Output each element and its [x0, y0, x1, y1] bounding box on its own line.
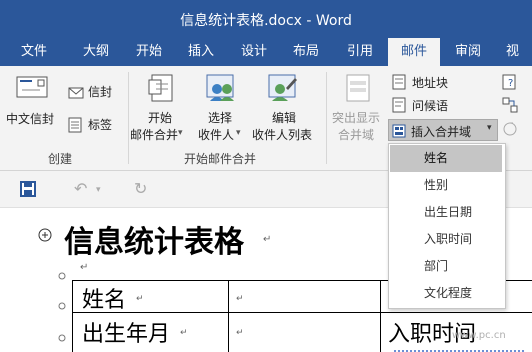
- paragraph-mark: ↵: [263, 234, 272, 245]
- envelope-button[interactable]: 信封: [88, 83, 112, 100]
- redo-icon[interactable]: ↻: [134, 179, 147, 198]
- select-recipients-icon: [206, 74, 236, 106]
- undo-icon[interactable]: ↶: [74, 179, 87, 198]
- save-icon[interactable]: [20, 181, 36, 201]
- envelope-icon: [68, 84, 84, 103]
- group-label-start-merge: 开始邮件合并: [184, 152, 257, 166]
- select-recipients-label-1[interactable]: 选择: [208, 109, 232, 126]
- address-block-icon: [392, 74, 406, 94]
- tab-view[interactable]: 视: [496, 38, 532, 66]
- merge-field-name[interactable]: 姓名: [390, 145, 502, 172]
- tab-file[interactable]: 文件: [0, 38, 68, 66]
- chevron-down-icon: ▾: [487, 123, 492, 133]
- window-title: 信息统计表格.docx - Word: [180, 13, 352, 29]
- greeting-line-button[interactable]: 问候语: [412, 97, 448, 114]
- start-merge-icon: [148, 74, 174, 106]
- chevron-down-icon: ▾: [236, 128, 241, 138]
- chevron-down-icon[interactable]: ▾: [96, 185, 101, 195]
- tab-design[interactable]: 设计: [228, 38, 280, 66]
- group-label-create: 创建: [48, 152, 73, 166]
- merge-field-birth-date[interactable]: 出生日期: [390, 199, 502, 226]
- tab-review[interactable]: 审阅: [440, 38, 496, 66]
- bullet-icon: [58, 295, 66, 314]
- cell-mark: ↵: [236, 294, 244, 304]
- rules-icon[interactable]: ?: [502, 74, 518, 94]
- tab-home[interactable]: 开始: [124, 38, 174, 66]
- chevron-down-icon: ▾: [178, 128, 183, 138]
- edit-recipients-label-1[interactable]: 编辑: [272, 109, 296, 126]
- tab-outline[interactable]: 大纲: [68, 38, 124, 66]
- expand-heading-icon[interactable]: [38, 227, 52, 246]
- merge-field-gender[interactable]: 性别: [390, 172, 502, 199]
- merge-field-hire-date[interactable]: 入职时间: [390, 226, 502, 253]
- group-separator: [326, 72, 327, 164]
- insert-merge-field-label: 插入合并域: [411, 125, 472, 139]
- edit-recipients-button[interactable]: 收件人列表: [252, 126, 312, 143]
- cell-mark: ↵: [136, 294, 144, 304]
- match-fields-icon[interactable]: [502, 97, 518, 117]
- edit-recipients-icon: [268, 74, 298, 106]
- tab-layout[interactable]: 布局: [280, 38, 332, 66]
- chinese-envelope-button[interactable]: 中文信封: [6, 110, 54, 127]
- table-cell[interactable]: 姓名: [82, 282, 126, 314]
- update-labels-icon[interactable]: [502, 121, 518, 141]
- merge-field-department[interactable]: 部门: [390, 253, 502, 280]
- highlight-fields-label-1[interactable]: 突出显示: [332, 109, 380, 126]
- merge-field-education[interactable]: 文化程度: [390, 280, 502, 307]
- select-recipients-button[interactable]: 收件人: [198, 126, 234, 143]
- tab-references[interactable]: 引用: [332, 38, 388, 66]
- tab-insert[interactable]: 插入: [174, 38, 228, 66]
- svg-text:?: ?: [508, 78, 513, 89]
- bullet-icon: [58, 265, 66, 284]
- table-cell[interactable]: 出生年月: [82, 316, 170, 348]
- merge-field-icon: [392, 123, 406, 142]
- cell-mark: ↵: [236, 328, 244, 338]
- tab-mailings[interactable]: 邮件: [388, 38, 440, 66]
- bullet-icon: [58, 327, 66, 346]
- watermark: www.pc.cn: [452, 330, 506, 341]
- greeting-line-icon: [392, 97, 406, 117]
- ribbon-tabs: 文件 大纲 开始 插入 设计 布局 引用 邮件 审阅 视: [0, 38, 532, 66]
- address-block-button[interactable]: 地址块: [412, 74, 448, 91]
- title-bar: 信息统计表格.docx - Word: [0, 0, 532, 38]
- spelling-underline: [394, 346, 524, 352]
- chinese-envelope-icon: [16, 76, 48, 104]
- paragraph-mark: ↵: [80, 262, 89, 273]
- highlight-fields-button[interactable]: 合并域: [338, 126, 374, 143]
- labels-icon: [68, 117, 82, 137]
- document-heading[interactable]: 信息统计表格: [64, 217, 244, 261]
- cell-mark: ↵: [180, 328, 188, 338]
- merge-field-dropdown: 姓名 性别 出生日期 入职时间 部门 文化程度: [388, 143, 506, 309]
- insert-merge-field-button[interactable]: 插入合并域 ▾: [388, 119, 498, 141]
- group-separator: [128, 72, 129, 164]
- highlight-fields-icon: [346, 74, 370, 106]
- start-merge-label-1[interactable]: 开始: [148, 109, 172, 126]
- start-merge-button[interactable]: 邮件合并: [130, 126, 178, 143]
- labels-button[interactable]: 标签: [88, 116, 112, 133]
